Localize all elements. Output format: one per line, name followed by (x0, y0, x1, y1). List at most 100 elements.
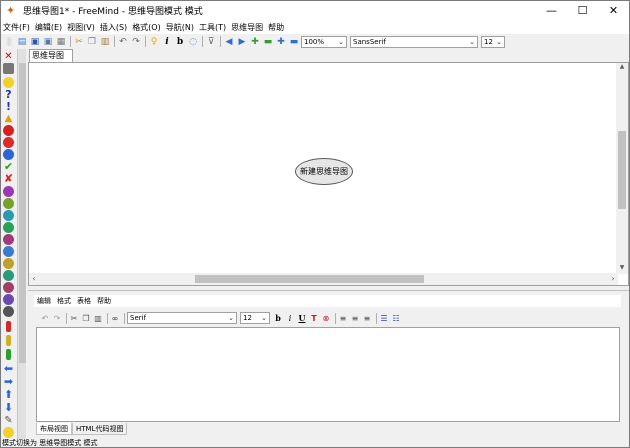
priority-3-icon[interactable] (3, 210, 14, 221)
remove-last-icon[interactable]: ✕ (3, 51, 14, 62)
arrow-forward-icon[interactable]: ➡ (3, 376, 14, 387)
menu-insert[interactable]: 插入(S) (100, 22, 127, 33)
menu-view[interactable]: 视图(V) (67, 22, 95, 33)
undo-icon[interactable]: ↶ (117, 36, 129, 48)
editor-font-size-select[interactable]: 12 ⌄ (240, 312, 270, 324)
italic-icon[interactable]: i (161, 36, 173, 48)
warning-icon[interactable]: ▲ (3, 113, 14, 124)
priority-4-icon[interactable] (3, 222, 14, 233)
editor-menu-help[interactable]: 帮助 (97, 296, 111, 306)
find-binoculars-icon[interactable]: ∞ (110, 313, 120, 324)
align-right-icon[interactable]: ≡ (362, 313, 372, 324)
pencil-icon[interactable]: ✎ (3, 415, 14, 426)
idea-icon[interactable] (3, 77, 14, 88)
italic-button[interactable]: i (285, 313, 295, 324)
numbered-list-icon[interactable]: ☷ (391, 313, 401, 324)
remove-node-icon[interactable]: ▬ (262, 36, 274, 48)
arrow-back-icon[interactable]: ⬅ (3, 363, 14, 374)
menu-file[interactable]: 文件(F) (3, 22, 30, 33)
filter-icon[interactable]: ⊽ (205, 36, 217, 48)
smiley-icon[interactable] (3, 427, 14, 438)
scroll-up-icon[interactable]: ▲ (616, 63, 628, 73)
scrollbar-thumb[interactable] (19, 63, 26, 363)
priority-0-icon[interactable] (3, 294, 14, 305)
cross-icon[interactable]: ✘ (3, 173, 14, 184)
zoom-select[interactable]: 100% ⌄ (301, 35, 347, 48)
maximize-button[interactable]: ☐ (567, 1, 598, 20)
menu-edit[interactable]: 编辑(E) (35, 22, 62, 33)
font-family-select[interactable]: SansSerif ⌄ (350, 35, 478, 48)
undo-icon[interactable]: ↶ (40, 313, 50, 324)
paste-icon[interactable]: ▥ (93, 313, 103, 324)
remove-all-icon[interactable] (3, 63, 14, 74)
arrow-right-icon[interactable]: ▶ (236, 36, 248, 48)
priority-6-icon[interactable] (3, 246, 14, 257)
minimize-button[interactable]: — (536, 1, 567, 20)
save-icon[interactable]: ▣ (29, 36, 41, 48)
menu-format[interactable]: 格式(O) (132, 22, 161, 33)
remove-sibling-icon[interactable]: ▬ (288, 36, 300, 48)
menu-tools[interactable]: 工具(T) (199, 22, 226, 33)
priority-7-icon[interactable] (3, 258, 14, 269)
mindmap-canvas[interactable]: 新建思维导图 ▲ ▼ ‹ › (28, 62, 629, 286)
clear-format-icon[interactable]: ⊗ (321, 313, 331, 324)
align-left-icon[interactable]: ≡ (338, 313, 348, 324)
traffic-red-icon[interactable] (6, 321, 11, 332)
priority-5-icon[interactable] (3, 234, 14, 245)
arrow-down-icon[interactable]: ⬇ (3, 402, 14, 413)
bold-icon[interactable]: b (174, 36, 186, 48)
priority-8-icon[interactable] (3, 270, 14, 281)
stop-sign-icon[interactable] (3, 137, 14, 148)
scroll-left-icon[interactable]: ‹ (29, 273, 39, 285)
paste-icon[interactable]: ▥ (99, 36, 111, 48)
copy-icon[interactable]: ❐ (86, 36, 98, 48)
cloud-icon[interactable]: ◌ (187, 36, 199, 48)
close-button[interactable]: ✕ (598, 1, 629, 20)
note-text-area[interactable] (36, 327, 620, 422)
stop-icon[interactable] (3, 125, 14, 136)
question-icon[interactable]: ? (3, 89, 14, 100)
tab-mindmap-1[interactable]: 思维导图1* (29, 49, 73, 72)
info-small-icon[interactable] (3, 306, 14, 317)
cut-icon[interactable]: ✂ (69, 313, 79, 324)
tab-html-view[interactable]: HTML代码视图 (72, 423, 128, 435)
add-sibling-icon[interactable]: ✚ (275, 36, 287, 48)
copy-icon[interactable]: ❐ (81, 313, 91, 324)
traffic-yellow-icon[interactable] (6, 335, 11, 346)
cut-icon[interactable]: ✂ (73, 36, 85, 48)
redo-icon[interactable]: ↷ (130, 36, 142, 48)
redo-icon[interactable]: ↷ (52, 313, 62, 324)
vertical-scrollbar-thumb[interactable] (618, 131, 626, 209)
add-node-icon[interactable]: ✚ (249, 36, 261, 48)
priority-2-icon[interactable] (3, 198, 14, 209)
editor-menu-table[interactable]: 表格 (77, 296, 91, 306)
arrow-up-icon[interactable]: ⬆ (3, 389, 14, 400)
menu-mindmap[interactable]: 思维导图 (231, 22, 263, 33)
new-icon[interactable]: ▯ (3, 36, 15, 48)
editor-font-family-select[interactable]: Serif ⌄ (127, 312, 237, 324)
horizontal-scrollbar-thumb[interactable] (195, 275, 424, 283)
text-color-icon[interactable]: T (309, 313, 319, 324)
save-as-icon[interactable]: ▣ (42, 36, 54, 48)
traffic-green-icon[interactable] (6, 349, 11, 360)
arrow-left-icon[interactable]: ◀ (223, 36, 235, 48)
tab-layout-view[interactable]: 布局视图 (36, 423, 72, 435)
check-icon[interactable]: ✔ (3, 161, 14, 172)
horizontal-scrollbar[interactable]: ‹ › (29, 273, 618, 285)
bold-button[interactable]: b (273, 313, 283, 324)
important-icon[interactable]: ! (3, 101, 14, 112)
underline-button[interactable]: U (297, 313, 307, 324)
align-center-icon[interactable]: ≡ (350, 313, 360, 324)
icon-palette-scrollbar[interactable] (17, 49, 26, 439)
root-node[interactable]: 新建思维导图 (295, 158, 353, 185)
menu-navigate[interactable]: 导航(N) (166, 22, 194, 33)
idea-bulb-icon[interactable]: ♀ (148, 36, 160, 48)
open-icon[interactable]: ▤ (16, 36, 28, 48)
priority-9-icon[interactable] (3, 282, 14, 293)
bullet-list-icon[interactable]: ☰ (379, 313, 389, 324)
menu-help[interactable]: 帮助 (268, 22, 284, 33)
editor-menu-edit[interactable]: 编辑 (37, 296, 51, 306)
priority-1-icon[interactable] (3, 186, 14, 197)
vertical-scrollbar[interactable]: ▲ ▼ (616, 63, 628, 274)
font-size-select[interactable]: 12 ⌄ (481, 35, 505, 48)
